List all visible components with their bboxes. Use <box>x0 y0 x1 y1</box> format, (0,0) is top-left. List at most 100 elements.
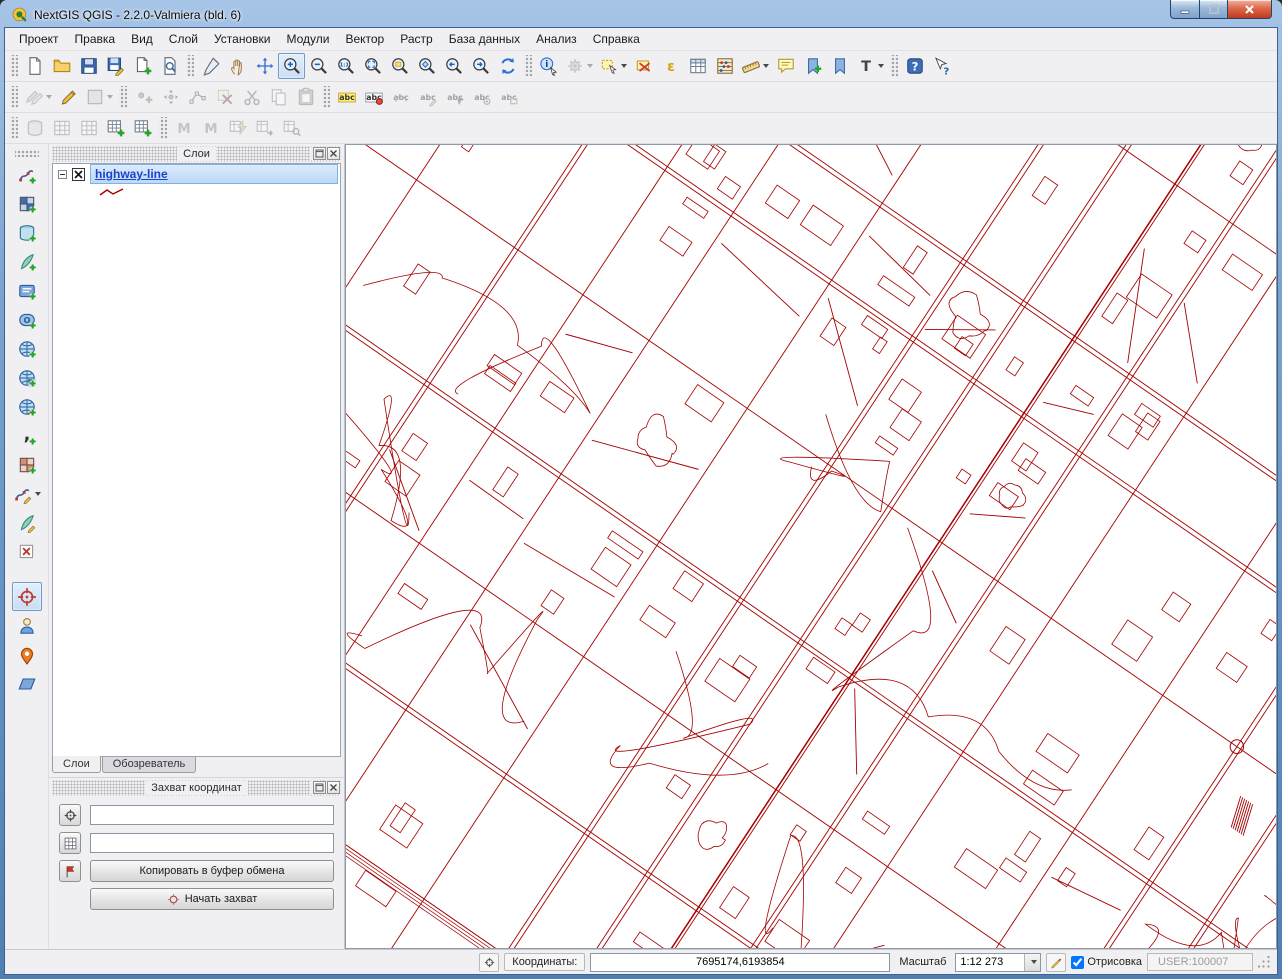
title-bar[interactable]: NextGIS QGIS - 2.2.0-Valmiera (bld. 6) <box>4 0 1278 27</box>
geocoder-button[interactable] <box>12 611 42 640</box>
render-indicator-button[interactable] <box>1046 953 1066 972</box>
zoom-out-button[interactable] <box>305 53 332 79</box>
capture-track-button[interactable] <box>59 860 81 882</box>
minimize-button[interactable] <box>1170 0 1199 19</box>
coordinates-label[interactable]: Координаты: <box>504 953 585 971</box>
composer-manager-button[interactable] <box>156 53 183 79</box>
add-spatialite-layer-button[interactable] <box>12 247 42 276</box>
open-attribute-table-button[interactable] <box>684 53 711 79</box>
menu-analysis[interactable]: Анализ <box>528 29 585 49</box>
identify-features-button[interactable]: i <box>535 53 562 79</box>
new-bookmark-button[interactable] <box>799 53 826 79</box>
menu-project[interactable]: Проект <box>11 29 67 49</box>
map-canvas[interactable] <box>345 144 1277 949</box>
text-annotation-button[interactable]: T <box>853 53 887 79</box>
layer-item-highway-line[interactable]: highway-line <box>53 164 340 184</box>
save-project-button[interactable] <box>75 53 102 79</box>
layers-panel-close-button[interactable] <box>327 147 340 160</box>
coordinate-capture-button[interactable] <box>12 582 42 611</box>
menu-vector[interactable]: Вектор <box>337 29 392 49</box>
extent-toggle-button[interactable] <box>479 953 499 972</box>
pan-map-button[interactable] <box>224 53 251 79</box>
toolbar-handle[interactable] <box>890 55 898 77</box>
capture-panel-close-button[interactable] <box>327 781 340 794</box>
render-checkbox[interactable] <box>1071 956 1084 969</box>
new-project-button[interactable] <box>21 53 48 79</box>
copy-to-clipboard-button[interactable]: Копировать в буфер обмена <box>90 860 334 882</box>
menu-raster[interactable]: Растр <box>392 29 440 49</box>
touch-zoom-pan-button[interactable] <box>197 53 224 79</box>
toggle-editing-button[interactable] <box>55 84 82 110</box>
move-label-button[interactable]: abc <box>360 84 387 110</box>
layer-visibility-checkbox[interactable] <box>72 168 85 181</box>
add-wcs-layer-button[interactable] <box>12 363 42 392</box>
layers-panel-float-button[interactable] <box>313 147 326 160</box>
resize-grip[interactable] <box>1258 956 1271 969</box>
capture-panel-float-button[interactable] <box>313 781 326 794</box>
import-layer-to-db-button[interactable] <box>102 115 129 141</box>
new-spatialite-layer-button[interactable] <box>12 508 42 537</box>
save-project-as-button[interactable] <box>102 53 129 79</box>
layer-selection-highlight[interactable]: highway-line <box>90 164 338 184</box>
open-project-button[interactable] <box>48 53 75 79</box>
add-mssql-layer-button[interactable] <box>12 276 42 305</box>
add-postgis-layer-button[interactable] <box>12 218 42 247</box>
menu-settings[interactable]: Установки <box>206 29 278 49</box>
toolbar-handle[interactable] <box>119 86 127 108</box>
render-toggle[interactable]: Отрисовка <box>1071 956 1142 969</box>
tab-browser[interactable]: Обозреватель <box>102 757 197 773</box>
coordinates-input[interactable] <box>590 953 890 972</box>
show-bookmarks-button[interactable] <box>826 53 853 79</box>
add-vector-layer-button[interactable] <box>12 160 42 189</box>
tab-layers[interactable]: Слои <box>52 756 101 773</box>
add-delimited-text-layer-button[interactable]: , <box>12 421 42 450</box>
toolbar-handle[interactable] <box>159 117 167 139</box>
close-button[interactable] <box>1227 0 1272 19</box>
menu-plugins[interactable]: Модули <box>278 29 337 49</box>
capture-x-input[interactable] <box>90 805 334 825</box>
add-raster-layer-button[interactable] <box>12 189 42 218</box>
toolbar-handle[interactable] <box>10 86 18 108</box>
dxf2shape-converter-button[interactable] <box>12 669 42 698</box>
whats-this-button[interactable]: ? <box>928 53 955 79</box>
add-wms-layer-button[interactable] <box>12 334 42 363</box>
numerical-digitize-button[interactable] <box>12 640 42 669</box>
menu-view[interactable]: Вид <box>123 29 161 49</box>
zoom-to-layer-button[interactable] <box>413 53 440 79</box>
refresh-map-button[interactable] <box>494 53 521 79</box>
toolbar-handle[interactable] <box>186 55 194 77</box>
zoom-to-selection-button[interactable] <box>386 53 413 79</box>
zoom-last-button[interactable] <box>440 53 467 79</box>
add-oracle-georaster-button[interactable] <box>12 450 42 479</box>
new-print-composer-button[interactable] <box>129 53 156 79</box>
toolbar-handle[interactable] <box>15 149 39 157</box>
measure-line-button[interactable] <box>738 53 772 79</box>
zoom-in-button[interactable] <box>278 53 305 79</box>
toolbar-handle[interactable] <box>524 55 532 77</box>
new-shapefile-layer-button[interactable] <box>12 479 42 508</box>
add-wfs-layer-button[interactable] <box>12 392 42 421</box>
start-capture-button[interactable]: Начать захват <box>90 888 334 910</box>
scale-dropdown-button[interactable] <box>1024 954 1040 971</box>
menu-layer[interactable]: Слой <box>161 29 206 49</box>
capture-y-input[interactable] <box>90 833 334 853</box>
menu-edit[interactable]: Правка <box>67 29 124 49</box>
toolbar-handle[interactable] <box>10 117 18 139</box>
scale-combobox[interactable] <box>955 953 1041 972</box>
deselect-features-button[interactable] <box>630 53 657 79</box>
map-tips-button[interactable] <box>772 53 799 79</box>
layers-panel-titlebar[interactable]: Слои <box>52 146 341 162</box>
field-calculator-button[interactable]: ε <box>657 53 684 79</box>
pan-to-selection-button[interactable] <box>251 53 278 79</box>
remove-layer-button[interactable] <box>12 537 42 566</box>
maximize-button[interactable] <box>1199 0 1227 19</box>
capture-crs-button[interactable] <box>59 804 81 826</box>
help-contents-button[interactable]: ? <box>901 53 928 79</box>
toolbar-handle[interactable] <box>322 86 330 108</box>
menu-database[interactable]: База данных <box>441 29 528 49</box>
select-features-button[interactable] <box>596 53 630 79</box>
capture-panel-titlebar[interactable]: Захват координат <box>52 780 341 796</box>
zoom-full-extent-button[interactable] <box>359 53 386 79</box>
statistical-summary-button[interactable] <box>711 53 738 79</box>
zoom-actual-size-button[interactable]: 1:1 <box>332 53 359 79</box>
